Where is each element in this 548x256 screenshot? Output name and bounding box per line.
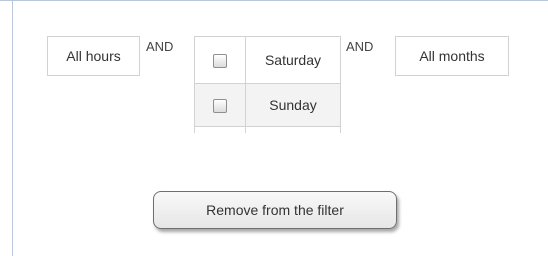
panel-left-border bbox=[12, 0, 13, 256]
day-row-saturday[interactable]: Saturday bbox=[194, 36, 341, 84]
day-list: Saturday Sunday bbox=[194, 36, 341, 133]
panel-top-border bbox=[0, 0, 548, 1]
day-row-sunday[interactable]: Sunday bbox=[194, 83, 341, 127]
day-checkbox-cell bbox=[194, 36, 246, 84]
hours-value: All hours bbox=[66, 48, 121, 64]
months-value: All months bbox=[419, 48, 485, 64]
sunday-checkbox[interactable] bbox=[213, 99, 227, 114]
saturday-checkbox[interactable] bbox=[213, 54, 227, 69]
hours-selector[interactable]: All hours bbox=[47, 36, 140, 76]
day-list-continuation bbox=[194, 126, 341, 133]
and-connector-2: AND bbox=[346, 39, 374, 54]
filter-panel: All hours AND Saturday Sunday AND All mo… bbox=[0, 0, 548, 256]
day-label-saturday: Saturday bbox=[245, 36, 341, 84]
remove-from-filter-button[interactable]: Remove from the filter bbox=[153, 191, 397, 229]
months-selector[interactable]: All months bbox=[395, 36, 509, 76]
day-label-sunday: Sunday bbox=[245, 83, 341, 127]
day-checkbox-cell bbox=[194, 83, 246, 127]
and-connector-1: AND bbox=[146, 39, 174, 54]
